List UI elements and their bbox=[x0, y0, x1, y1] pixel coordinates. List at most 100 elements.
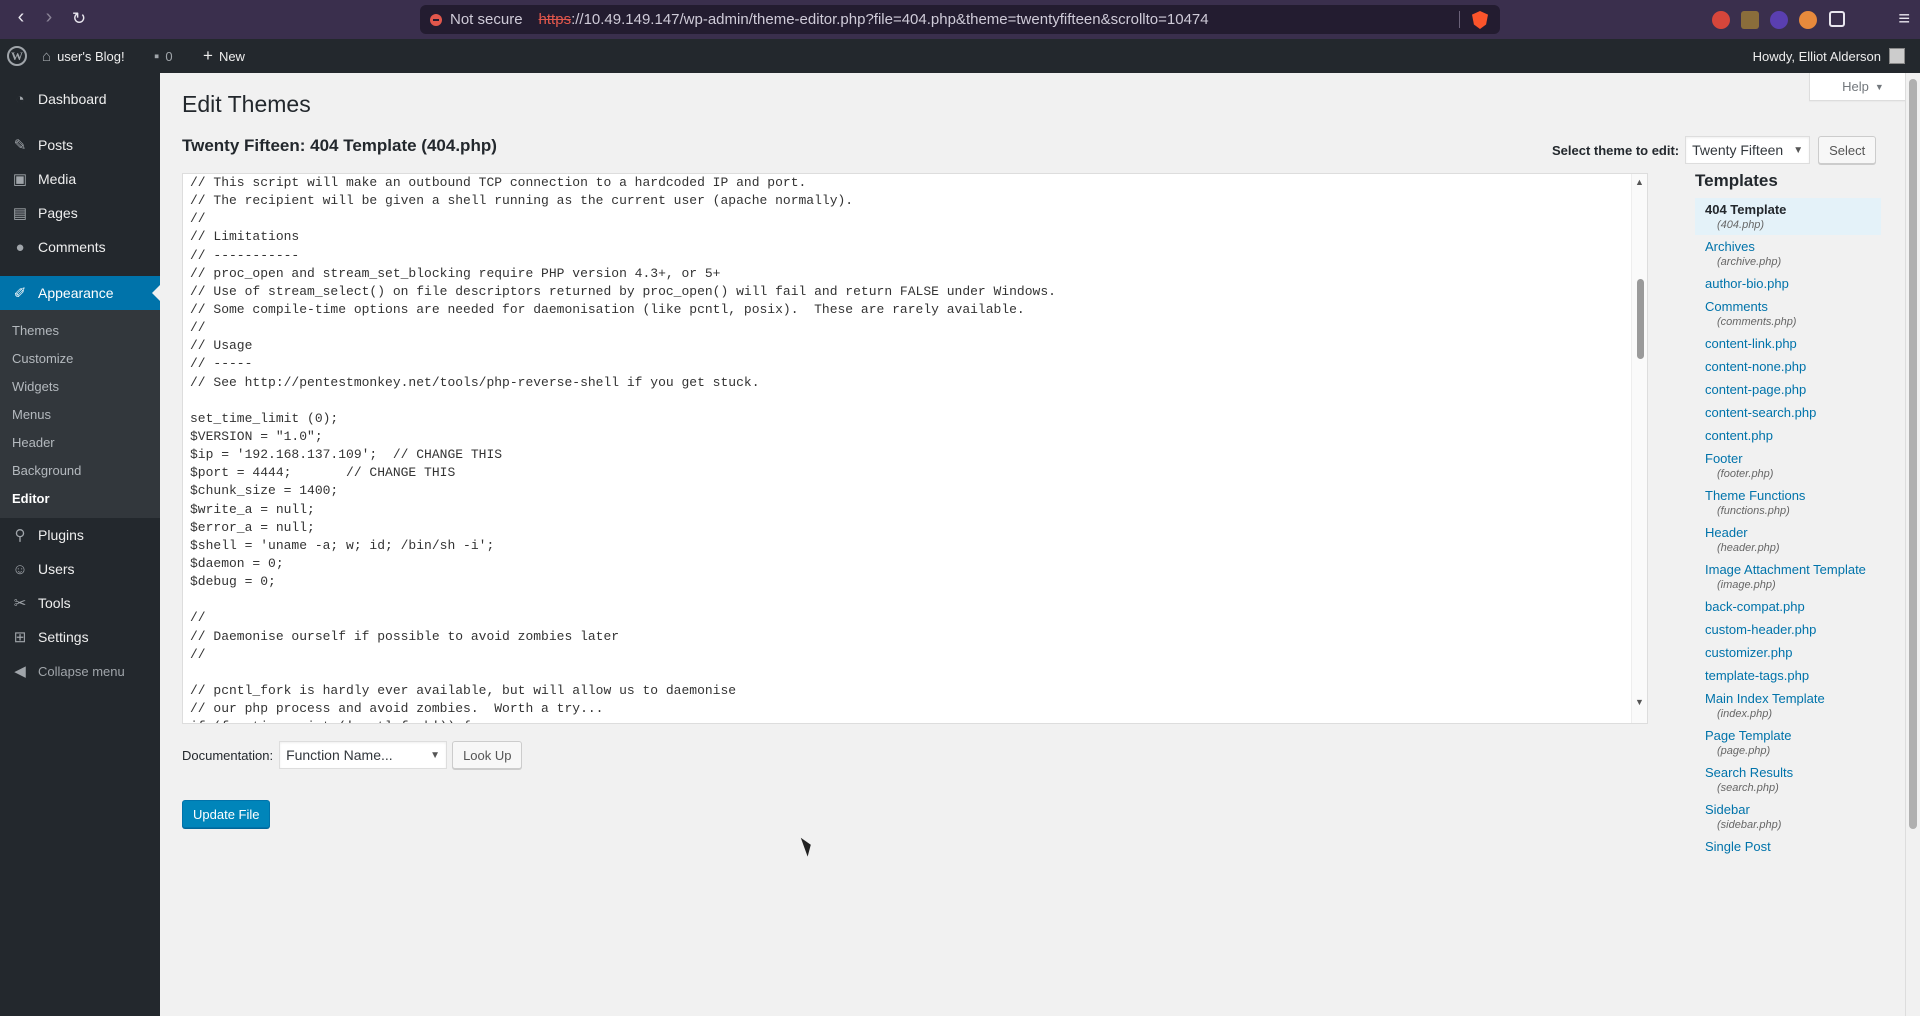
sidebar-item-label: Pages bbox=[38, 205, 78, 221]
new-content-link[interactable]: + New bbox=[203, 39, 245, 73]
comments-count: 0 bbox=[165, 48, 173, 64]
sidebar-item-label: Media bbox=[38, 171, 77, 187]
code-line: // This script will make an outbound TCP… bbox=[190, 175, 807, 190]
template-filename: (page.php) bbox=[1717, 745, 1771, 757]
sidebar-item-tools[interactable]: ✂ Tools bbox=[0, 586, 160, 620]
page-scrollbar[interactable] bbox=[1905, 73, 1920, 1016]
template-item[interactable]: author-bio.php bbox=[1695, 272, 1881, 295]
my-account-link[interactable]: Howdy, Elliot Alderson bbox=[1753, 39, 1905, 73]
selected-theme: Twenty Fifteen bbox=[1692, 142, 1784, 158]
url-text[interactable]: https://10.49.149.147/wp-admin/theme-edi… bbox=[539, 11, 1209, 28]
url-rest: ://10.49.149.147/wp-admin/theme-editor.p… bbox=[571, 11, 1209, 28]
template-item[interactable]: Image Attachment Template (image.php) bbox=[1695, 558, 1881, 595]
template-item[interactable]: content-page.php bbox=[1695, 378, 1881, 401]
submenu-item-widgets[interactable]: Widgets bbox=[0, 372, 160, 400]
editor-scroll-thumb[interactable] bbox=[1637, 279, 1644, 359]
editor-scrollbar[interactable]: ▲ ▼ bbox=[1631, 174, 1647, 723]
help-tab-button[interactable]: Help ▼ bbox=[1809, 73, 1917, 101]
browser-menu-icon[interactable]: ≡ bbox=[1898, 8, 1910, 31]
function-name-select[interactable]: Function Name... ▼ bbox=[279, 741, 448, 769]
documentation-row: Documentation: Function Name... ▼ Look Up bbox=[182, 741, 523, 769]
forward-icon[interactable]: › bbox=[36, 6, 62, 29]
warning-icon bbox=[430, 13, 442, 26]
template-item[interactable]: customizer.php bbox=[1695, 641, 1881, 664]
sidebar-item-media[interactable]: ▣ Media bbox=[0, 162, 160, 196]
code-content[interactable]: // This script will make an outbound TCP… bbox=[190, 174, 1056, 723]
template-item[interactable]: Single Post bbox=[1695, 835, 1881, 858]
template-item[interactable]: Header (header.php) bbox=[1695, 521, 1881, 558]
template-label: Single Post bbox=[1705, 839, 1771, 854]
template-filename: (comments.php) bbox=[1717, 316, 1797, 328]
template-label: Image Attachment Template bbox=[1705, 562, 1866, 577]
code-line: $debug = 0; bbox=[190, 574, 276, 590]
brave-shield-icon[interactable] bbox=[1472, 11, 1488, 29]
doc-select-value: Function Name... bbox=[286, 747, 393, 763]
template-item[interactable]: back-compat.php bbox=[1695, 595, 1881, 618]
wp-logo-menu[interactable]: W bbox=[7, 39, 27, 73]
template-item[interactable]: 404 Template (404.php) bbox=[1695, 198, 1881, 235]
sidebar-item-plugins[interactable]: ⚲ Plugins bbox=[0, 518, 160, 552]
howdy-text: Howdy, Elliot Alderson bbox=[1752, 48, 1881, 64]
submenu-item-customize[interactable]: Customize bbox=[0, 344, 160, 372]
template-label: Theme Functions bbox=[1705, 488, 1806, 503]
security-indicator[interactable]: Not secure bbox=[420, 11, 523, 28]
template-filename: (search.php) bbox=[1717, 782, 1779, 794]
extension-icon-3[interactable] bbox=[1770, 11, 1788, 29]
template-item[interactable]: custom-header.php bbox=[1695, 618, 1881, 641]
template-item[interactable]: content-link.php bbox=[1695, 332, 1881, 355]
template-item[interactable]: template-tags.php bbox=[1695, 664, 1881, 687]
scroll-up-icon[interactable]: ▲ bbox=[1635, 177, 1644, 187]
chevron-down-icon: ▼ bbox=[1793, 144, 1804, 156]
caret-down-icon: ▼ bbox=[1874, 81, 1884, 92]
submenu-item-menus[interactable]: Menus bbox=[0, 400, 160, 428]
site-name-link[interactable]: ⌂ user's Blog! bbox=[42, 39, 125, 73]
sidebar-item-dashboard[interactable]: ◔ Dashboard bbox=[0, 82, 160, 116]
sidebar-item-settings[interactable]: ⊞ Settings bbox=[0, 620, 160, 654]
extension-icon-1[interactable] bbox=[1712, 11, 1730, 29]
template-label: Footer bbox=[1705, 451, 1743, 466]
comments-link[interactable]: ▪ 0 bbox=[154, 39, 173, 73]
template-item[interactable]: content.php bbox=[1695, 424, 1881, 447]
code-line: // bbox=[190, 211, 206, 227]
look-up-button[interactable]: Look Up bbox=[452, 741, 523, 769]
code-line: $chunk_size = 1400; bbox=[190, 483, 339, 499]
sidebar-item-users[interactable]: ☺ Users bbox=[0, 552, 160, 586]
template-item[interactable]: Theme Functions (functions.php) bbox=[1695, 484, 1881, 521]
address-bar[interactable]: Not secure https://10.49.149.147/wp-admi… bbox=[420, 5, 1500, 34]
update-file-button[interactable]: Update File bbox=[182, 800, 271, 828]
sidebar-item-appearance[interactable]: ✐ Appearance bbox=[0, 276, 160, 310]
code-line: // Daemonise ourself if possible to avoi… bbox=[190, 628, 620, 644]
code-editor[interactable]: // This script will make an outbound TCP… bbox=[182, 173, 1648, 724]
sidebar-item-label: Posts bbox=[38, 137, 74, 153]
back-icon[interactable]: ‹ bbox=[8, 6, 34, 29]
template-label: Main Index Template bbox=[1705, 691, 1825, 706]
page-scroll-thumb[interactable] bbox=[1909, 79, 1917, 829]
submenu-item-themes[interactable]: Themes bbox=[0, 316, 160, 344]
extension-icon-4[interactable] bbox=[1799, 11, 1817, 29]
collapse-menu-button[interactable]: ◀ Collapse menu bbox=[0, 654, 160, 688]
template-item[interactable]: Page Template (page.php) bbox=[1695, 724, 1881, 761]
puzzle-icon[interactable] bbox=[1829, 11, 1845, 27]
select-theme-button[interactable]: Select bbox=[1818, 136, 1877, 164]
template-item[interactable]: content-search.php bbox=[1695, 401, 1881, 424]
template-item[interactable]: Main Index Template (index.php) bbox=[1695, 687, 1881, 724]
template-item[interactable]: content-none.php bbox=[1695, 355, 1881, 378]
scroll-down-icon[interactable]: ▼ bbox=[1635, 697, 1644, 707]
template-item[interactable]: Search Results (search.php) bbox=[1695, 761, 1881, 798]
template-item[interactable]: Archives (archive.php) bbox=[1695, 235, 1881, 272]
template-item[interactable]: Footer (footer.php) bbox=[1695, 447, 1881, 484]
sidebar-item-pages[interactable]: ▤ Pages bbox=[0, 196, 160, 230]
sidebar-item-comments[interactable]: ● Comments bbox=[0, 230, 160, 264]
code-line: set_time_limit (0); bbox=[190, 410, 339, 426]
sidebar-item-posts[interactable]: ✎ Posts bbox=[0, 128, 160, 162]
theme-selector: Select theme to edit: Twenty Fifteen ▼ Se… bbox=[1552, 136, 1877, 164]
submenu-item-editor[interactable]: Editor bbox=[0, 484, 160, 512]
submenu-item-header[interactable]: Header bbox=[0, 428, 160, 456]
template-item[interactable]: Comments (comments.php) bbox=[1695, 295, 1881, 332]
sidebar-item-label: Tools bbox=[38, 595, 71, 611]
theme-select[interactable]: Twenty Fifteen ▼ bbox=[1685, 136, 1811, 164]
extension-icon-2[interactable] bbox=[1741, 11, 1759, 29]
submenu-item-background[interactable]: Background bbox=[0, 456, 160, 484]
template-item[interactable]: Sidebar (sidebar.php) bbox=[1695, 798, 1881, 835]
reload-icon[interactable]: ↻ bbox=[66, 9, 92, 29]
